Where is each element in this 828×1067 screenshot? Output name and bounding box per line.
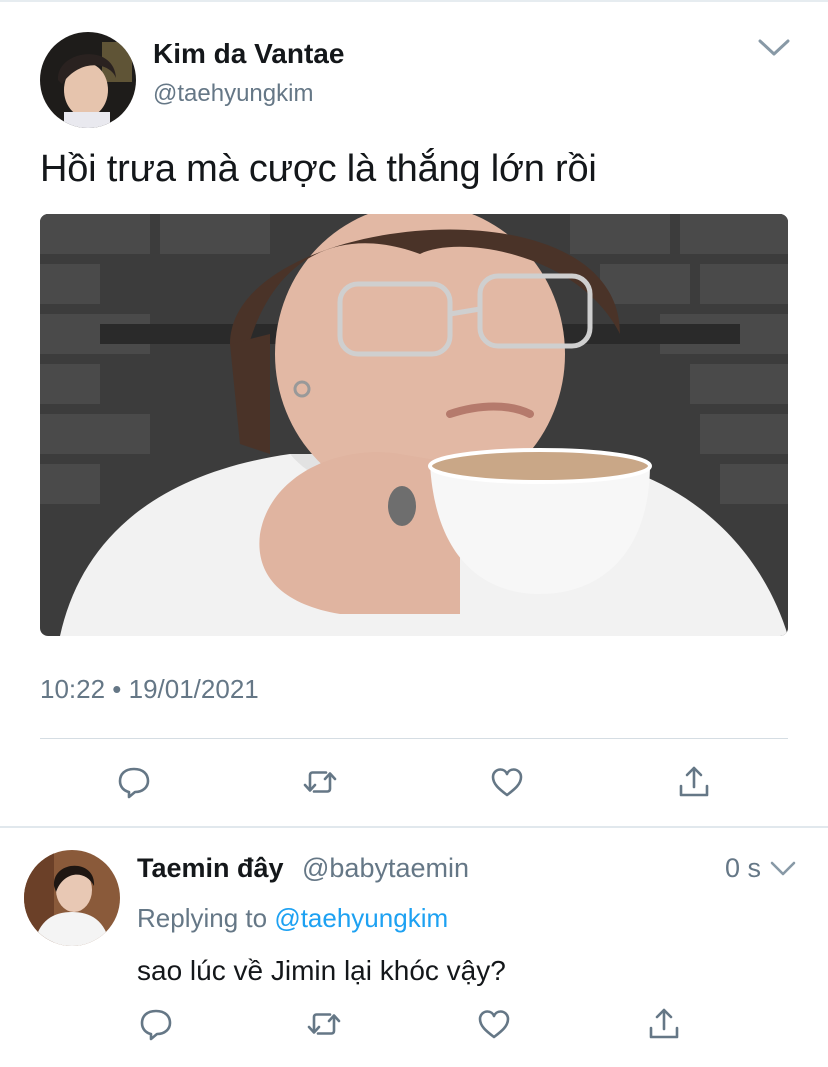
reply-time: 0 s <box>725 853 762 883</box>
like-button[interactable] <box>474 1004 514 1044</box>
chevron-down-icon[interactable] <box>768 858 798 880</box>
reply-text: sao lúc về Jimin lại khóc vậy? <box>137 955 506 986</box>
retweet-icon <box>303 771 337 793</box>
tweet-photo[interactable] <box>40 214 788 636</box>
author-name[interactable]: Kim da Vantae <box>153 38 344 70</box>
retweet-icon <box>307 1013 341 1035</box>
top-border <box>0 0 828 2</box>
replying-to: Replying to @taehyungkim <box>137 903 448 934</box>
like-button[interactable] <box>487 762 527 802</box>
section-divider <box>0 826 828 828</box>
like-icon <box>478 1010 510 1039</box>
share-icon <box>649 1008 679 1039</box>
tweet-timestamp[interactable]: 10:22 • 19/01/2021 <box>40 674 259 705</box>
retweet-button[interactable] <box>300 762 340 802</box>
reply-author-handle[interactable]: @babytaemin <box>302 853 469 884</box>
avatar-image <box>40 32 136 128</box>
retweet-button[interactable] <box>304 1004 344 1044</box>
author-handle[interactable]: @taehyungkim <box>153 80 313 108</box>
reply-button[interactable] <box>136 1004 176 1044</box>
like-icon <box>491 768 523 797</box>
avatar[interactable] <box>40 32 136 128</box>
reply-author-name[interactable]: Taemin đây <box>137 853 284 884</box>
replying-to-prefix: Replying to <box>137 903 275 933</box>
reply-icon <box>118 767 150 799</box>
reply-avatar[interactable] <box>24 850 120 946</box>
tweet-text: Hồi trưa mà cược là thắng lớn rồi <box>40 148 597 190</box>
reply-button[interactable] <box>114 762 154 802</box>
share-button[interactable] <box>644 1004 684 1044</box>
divider <box>40 738 788 739</box>
photo-image <box>40 214 788 636</box>
avatar-image <box>24 850 120 946</box>
share-button[interactable] <box>674 762 714 802</box>
replying-to-link[interactable]: @taehyungkim <box>274 903 448 933</box>
share-icon <box>679 766 709 797</box>
chevron-down-icon[interactable] <box>756 36 792 60</box>
reply-icon <box>140 1009 172 1041</box>
